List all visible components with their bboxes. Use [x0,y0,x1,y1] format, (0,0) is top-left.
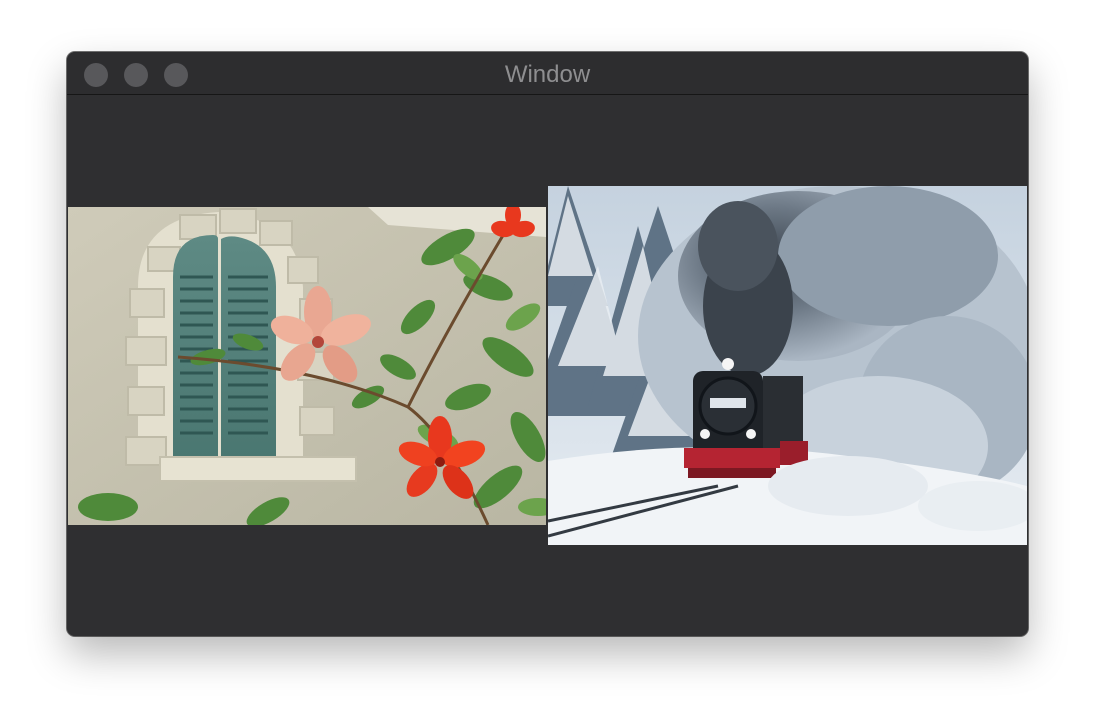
title-bar[interactable]: Window [67,52,1028,95]
content-area [67,95,1028,636]
hibiscus-window-photo [68,207,546,525]
app-window: Window [67,52,1028,636]
steam-locomotive-illustration [548,186,1027,545]
steam-locomotive-snow-photo [548,186,1027,545]
window-title: Window [504,61,591,88]
hibiscus-window-illustration [68,207,546,525]
